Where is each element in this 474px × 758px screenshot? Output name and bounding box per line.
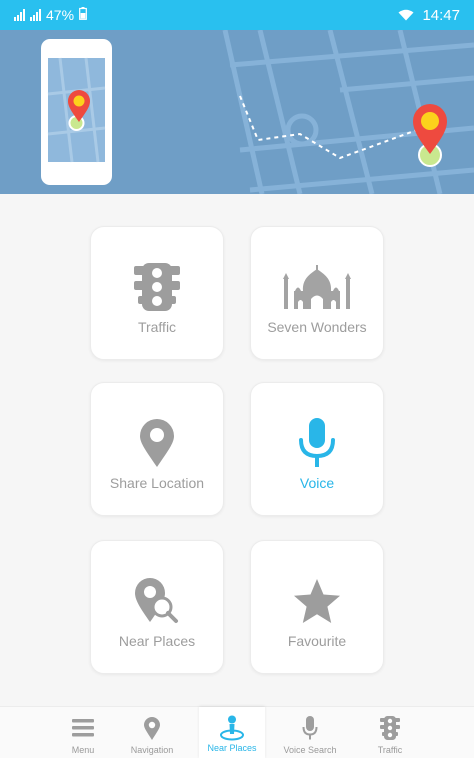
traffic-light-icon bbox=[134, 261, 180, 313]
nav-voice-search[interactable]: Voice Search bbox=[270, 707, 350, 758]
pin-search-icon bbox=[135, 575, 179, 627]
nav-voice-search-label: Voice Search bbox=[283, 745, 337, 755]
map-pin-icon bbox=[144, 716, 160, 740]
tile-voice[interactable]: Voice bbox=[250, 382, 384, 516]
tile-traffic[interactable]: Traffic bbox=[90, 226, 224, 360]
tile-favourite[interactable]: Favourite bbox=[250, 540, 384, 674]
status-right: 14:47 bbox=[398, 7, 460, 24]
status-bar: 47% 14:47 bbox=[0, 0, 474, 30]
clock-time: 14:47 bbox=[422, 7, 460, 24]
header-banner bbox=[0, 30, 474, 194]
nav-near-places[interactable]: Near Places bbox=[199, 707, 265, 758]
tile-voice-label: Voice bbox=[299, 475, 335, 491]
map-pin-icon bbox=[140, 417, 174, 469]
bottom-navigation: Menu Navigation Near Places Voice Search bbox=[0, 706, 474, 758]
taj-mahal-icon bbox=[282, 261, 352, 313]
tile-share-location[interactable]: Share Location bbox=[90, 382, 224, 516]
map-illustration bbox=[41, 30, 474, 194]
tile-traffic-label: Traffic bbox=[137, 319, 177, 335]
signal-icon bbox=[30, 9, 41, 21]
nav-traffic[interactable]: Traffic bbox=[350, 707, 430, 758]
tile-seven-wonders[interactable]: Seven Wonders bbox=[250, 226, 384, 360]
nav-near-places-label: Near Places bbox=[207, 743, 257, 753]
microphone-icon bbox=[302, 716, 318, 740]
tile-favourite-label: Favourite bbox=[287, 633, 347, 649]
tile-near-places-label: Near Places bbox=[118, 633, 196, 649]
wifi-icon bbox=[398, 8, 414, 24]
nav-menu[interactable]: Menu bbox=[43, 707, 123, 758]
tile-seven-wonders-label: Seven Wonders bbox=[267, 319, 367, 335]
star-icon bbox=[294, 575, 340, 627]
signal-icon bbox=[14, 9, 25, 21]
battery-percent: 47% bbox=[46, 7, 75, 23]
nav-navigation[interactable]: Navigation bbox=[112, 707, 192, 758]
tile-share-location-label: Share Location bbox=[109, 475, 205, 491]
near-places-icon bbox=[219, 715, 245, 741]
traffic-light-icon bbox=[380, 716, 400, 740]
feature-grid: Traffic Seven Wonders Share Location Voi… bbox=[0, 194, 474, 706]
battery-icon bbox=[79, 7, 87, 23]
microphone-icon bbox=[298, 417, 336, 469]
menu-icon bbox=[72, 716, 94, 740]
nav-navigation-label: Navigation bbox=[130, 745, 174, 755]
nav-menu-label: Menu bbox=[71, 745, 95, 755]
status-left: 47% bbox=[14, 7, 87, 23]
nav-traffic-label: Traffic bbox=[377, 745, 403, 755]
tile-near-places[interactable]: Near Places bbox=[90, 540, 224, 674]
